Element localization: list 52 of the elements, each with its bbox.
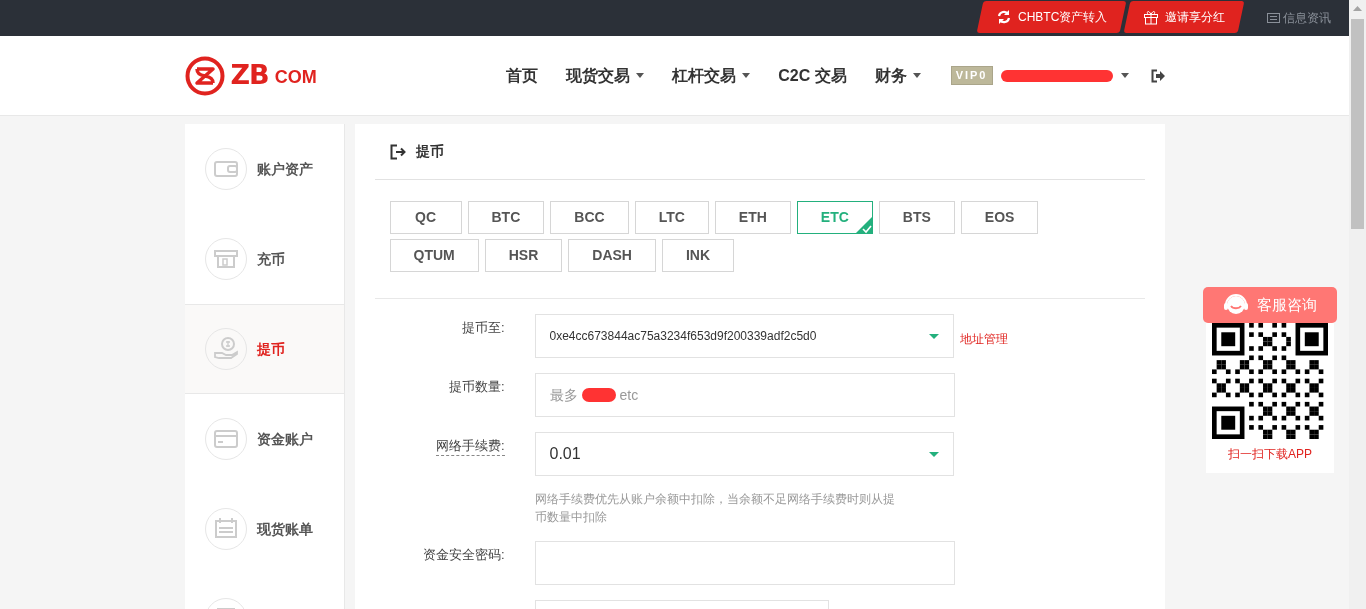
vip-badge: VIP0 [950, 66, 993, 85]
logo[interactable]: ZB COM [184, 55, 317, 96]
coin-tab[interactable]: BTS [878, 201, 955, 234]
sidebar-item[interactable]: 提币 [184, 304, 344, 394]
field-label: 提币数量: [447, 378, 505, 396]
redaction-mark [581, 388, 616, 402]
withdraw-icon [389, 143, 408, 160]
nav-link[interactable]: C2C 交易 [764, 63, 861, 88]
coin-tab[interactable]: LTC [634, 201, 709, 234]
check-icon [854, 216, 873, 234]
coin-tab[interactable]: INK [661, 239, 735, 272]
scroll-up-icon[interactable] [1353, 6, 1362, 11]
scrollbar[interactable] [1349, 0, 1366, 609]
nav-link[interactable]: 财务 [860, 63, 935, 88]
coin-tab[interactable]: EOS [960, 201, 1039, 234]
hint-text: 网络手续费优先从账户余额中扣除，当余额不足网络手续费时则从提币数量中扣除 [534, 491, 896, 526]
coin-tab[interactable]: BTC [467, 201, 545, 234]
input-field[interactable] [534, 541, 955, 585]
address-link[interactable]: 地址管理 [959, 330, 1008, 348]
coin-tab[interactable]: ETH [714, 201, 791, 234]
caret-icon[interactable] [1120, 73, 1129, 78]
coin-tab[interactable]: QC [389, 201, 462, 234]
coin-tab[interactable]: QTUM [389, 239, 479, 272]
headset-icon [1223, 293, 1249, 317]
coin-tab[interactable]: DASH [568, 239, 656, 272]
caret-icon [928, 451, 939, 457]
transfer-button[interactable]: CHBTC资产转入 [976, 1, 1127, 33]
logo-icon [184, 55, 225, 96]
sidebar-item[interactable]: 现货账单 [184, 484, 344, 574]
field-label: 网络手续费: [435, 436, 505, 456]
sidebar-item[interactable]: 充币 [184, 214, 344, 304]
field-label: 资金安全密码: [421, 546, 505, 564]
caret-icon [928, 333, 939, 339]
news-link[interactable]: 信息资讯 [1267, 0, 1331, 36]
select-field[interactable]: 0.01 [534, 432, 954, 476]
news-icon [1267, 11, 1280, 25]
panel-title: 提币 [415, 142, 444, 161]
nav-link[interactable]: 现货交易 [552, 63, 659, 88]
qr-caption: 扫一扫下载APP [1228, 446, 1312, 463]
select-field[interactable]: 0xe4cc673844ac75a3234f653d9f200339adf2c5d0 [534, 314, 954, 358]
coin-hand-icon [212, 336, 239, 362]
refresh-icon [995, 9, 1012, 25]
invite-button[interactable]: 邀请享分红 [1123, 1, 1245, 33]
sidebar-item[interactable]: 账户资产 [184, 124, 344, 214]
coin-tab[interactable]: HSR [484, 239, 563, 272]
nav-link[interactable]: 首页 [492, 63, 553, 88]
sidebar-item[interactable]: 资金账户 [184, 394, 344, 484]
logout-icon[interactable] [1150, 68, 1165, 83]
nav-link[interactable]: 杠杆交易 [658, 63, 765, 88]
coin-tab[interactable]: BCC [550, 201, 629, 234]
gift-icon [1143, 9, 1159, 25]
field-label: 提币至: [460, 319, 505, 337]
